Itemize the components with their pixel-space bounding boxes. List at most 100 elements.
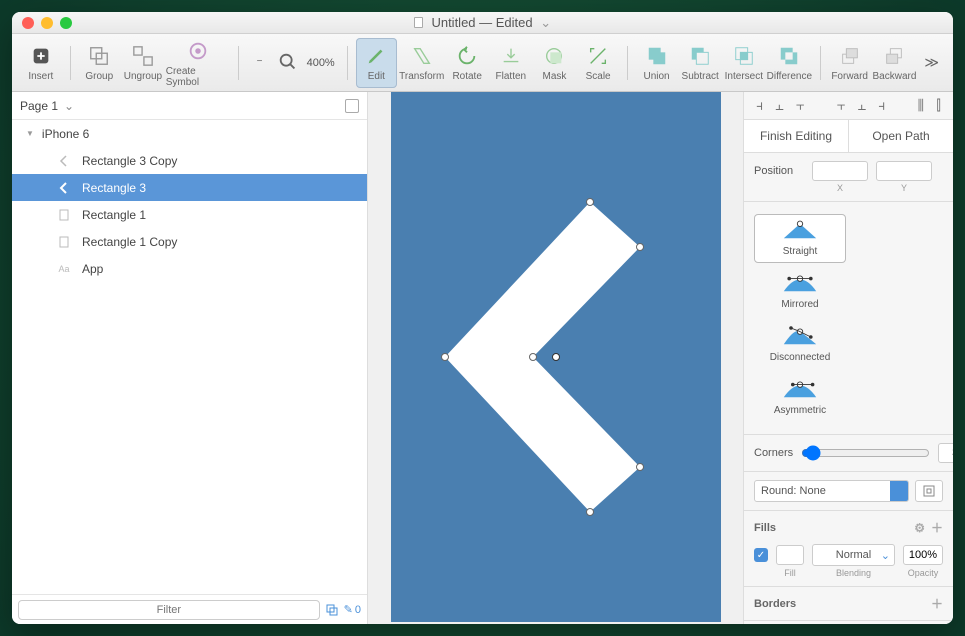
layer-item[interactable]: Rectangle 1 Copy	[12, 228, 367, 255]
y-label: Y	[876, 183, 932, 193]
align-center-h-icon[interactable]: ⫠	[775, 97, 783, 114]
open-path-button[interactable]: Open Path	[849, 120, 953, 152]
position-label: Position	[754, 165, 804, 177]
point-mode-straight[interactable]: Straight	[754, 214, 846, 263]
filter-input[interactable]	[18, 600, 320, 620]
artboard-layer[interactable]: iPhone 6	[12, 120, 367, 147]
inspector: ⫞ ⫠ ⫟ ⫟ ⫠ ⫞ ⫼ ⫿ Finish Editing Open Path…	[743, 92, 953, 624]
round-select[interactable]: Round: None	[754, 480, 909, 502]
fill-swatch[interactable]	[776, 545, 804, 565]
group-icon	[86, 43, 112, 69]
mask-button[interactable]: Mask	[534, 38, 576, 88]
toolbar-overflow[interactable]: ≫	[918, 54, 945, 71]
plus-icon[interactable]: ＋	[931, 595, 943, 612]
blend-mode-select[interactable]: Normal	[812, 544, 895, 566]
backward-button[interactable]: Backward	[872, 38, 916, 88]
copy-icon[interactable]	[326, 604, 338, 616]
union-button[interactable]: Union	[636, 38, 678, 88]
corners-section: Corners	[744, 435, 953, 472]
corners-slider[interactable]	[801, 445, 930, 461]
point-mode-disconnected[interactable]: Disconnected	[754, 320, 846, 369]
rect-shape-icon	[56, 207, 72, 223]
fill-enabled-checkbox[interactable]: ✓	[754, 548, 768, 562]
corners-input[interactable]	[938, 443, 953, 463]
align-top-icon[interactable]: ⫟	[837, 97, 845, 114]
layer-item-selected[interactable]: Rectangle 3	[12, 174, 367, 201]
fills-section: Fills ⚙ ＋ ✓ Normal Fill Blending Opacity	[744, 511, 953, 587]
forward-icon	[837, 43, 863, 69]
ungroup-button[interactable]: Ungroup	[122, 38, 164, 88]
layer-item[interactable]: Rectangle 3 Copy	[12, 147, 367, 174]
text-icon: Aa	[56, 261, 72, 277]
mask-icon	[541, 43, 567, 69]
vector-handle[interactable]	[441, 353, 449, 361]
zoom-in-button[interactable]	[275, 38, 301, 88]
transform-button[interactable]: Transform	[399, 38, 444, 88]
app-window: Untitled — Edited ⌄ Insert Group Ungroup…	[12, 12, 953, 624]
distribute-h-icon[interactable]: ⫼	[918, 97, 924, 114]
flatten-button[interactable]: Flatten	[490, 38, 532, 88]
finish-editing-button[interactable]: Finish Editing	[744, 120, 849, 152]
zoom-out-button[interactable]: −	[247, 38, 273, 88]
vector-handle[interactable]	[529, 353, 537, 361]
vector-handle[interactable]	[636, 243, 644, 251]
plus-icon	[28, 43, 54, 69]
align-right-icon[interactable]: ⫟	[796, 97, 804, 114]
point-mode-asymmetric[interactable]: Asymmetric	[754, 373, 846, 422]
minimize-button[interactable]	[41, 17, 53, 29]
artboard-canvas[interactable]	[391, 92, 721, 622]
symbol-icon	[185, 38, 211, 64]
insert-button[interactable]: Insert	[20, 38, 62, 88]
group-button[interactable]: Group	[78, 38, 120, 88]
close-button[interactable]	[22, 17, 34, 29]
rotate-button[interactable]: Rotate	[446, 38, 488, 88]
canvas[interactable]	[368, 92, 743, 624]
opacity-input[interactable]	[903, 545, 943, 565]
titlebar: Untitled — Edited ⌄	[12, 12, 953, 34]
align-center-v-icon[interactable]: ⫠	[858, 97, 866, 114]
scale-icon	[585, 43, 611, 69]
pages-panel-icon[interactable]	[345, 99, 359, 113]
intersect-icon	[731, 43, 757, 69]
zoom-level[interactable]: 400%	[307, 57, 335, 69]
corners-label: Corners	[754, 447, 793, 459]
gear-icon[interactable]: ⚙	[914, 521, 925, 535]
subtract-button[interactable]: Subtract	[679, 38, 721, 88]
path-count[interactable]: ✎ 0	[344, 603, 361, 616]
position-y-input[interactable]	[876, 161, 932, 181]
fills-label: Fills	[754, 522, 776, 534]
edit-button[interactable]: Edit	[356, 38, 398, 88]
layers-sidebar: Page 1 ⌄ iPhone 6 Rectangle 3 Copy Recta…	[12, 92, 368, 624]
point-mode-mirrored[interactable]: Mirrored	[754, 267, 846, 316]
layer-item[interactable]: Rectangle 1	[12, 201, 367, 228]
scale-button[interactable]: Scale	[577, 38, 619, 88]
plus-icon[interactable]: ＋	[931, 519, 943, 536]
chevron-shape-icon	[56, 180, 72, 196]
flatten-icon	[498, 43, 524, 69]
intersect-button[interactable]: Intersect	[723, 38, 765, 88]
position-x-input[interactable]	[812, 161, 868, 181]
round-target-button[interactable]	[915, 480, 943, 502]
distribute-v-icon[interactable]: ⫿	[936, 97, 940, 114]
x-label: X	[812, 183, 868, 193]
page-selector[interactable]: Page 1 ⌄	[12, 92, 367, 120]
align-bottom-icon[interactable]: ⫞	[878, 97, 885, 114]
create-symbol-button[interactable]: Create Symbol	[166, 38, 230, 88]
align-left-icon[interactable]: ⫞	[756, 97, 763, 114]
toolbar: Insert Group Ungroup Create Symbol − 400…	[12, 34, 953, 92]
forward-button[interactable]: Forward	[829, 38, 871, 88]
maximize-button[interactable]	[60, 17, 72, 29]
difference-button[interactable]: Difference	[767, 38, 812, 88]
title-dropdown-icon[interactable]: ⌄	[540, 15, 551, 30]
subtract-icon	[687, 43, 713, 69]
vector-handle[interactable]	[636, 463, 644, 471]
layer-item[interactable]: Aa App	[12, 255, 367, 282]
transform-icon	[409, 43, 435, 69]
vector-handle[interactable]	[586, 508, 594, 516]
document-icon	[414, 17, 423, 28]
traffic-lights	[22, 17, 72, 29]
vector-handle[interactable]	[586, 198, 594, 206]
filter-bar: ✎ 0	[12, 594, 367, 624]
borders-section: Borders ＋	[744, 587, 953, 621]
vector-handle-selected[interactable]	[552, 353, 560, 361]
